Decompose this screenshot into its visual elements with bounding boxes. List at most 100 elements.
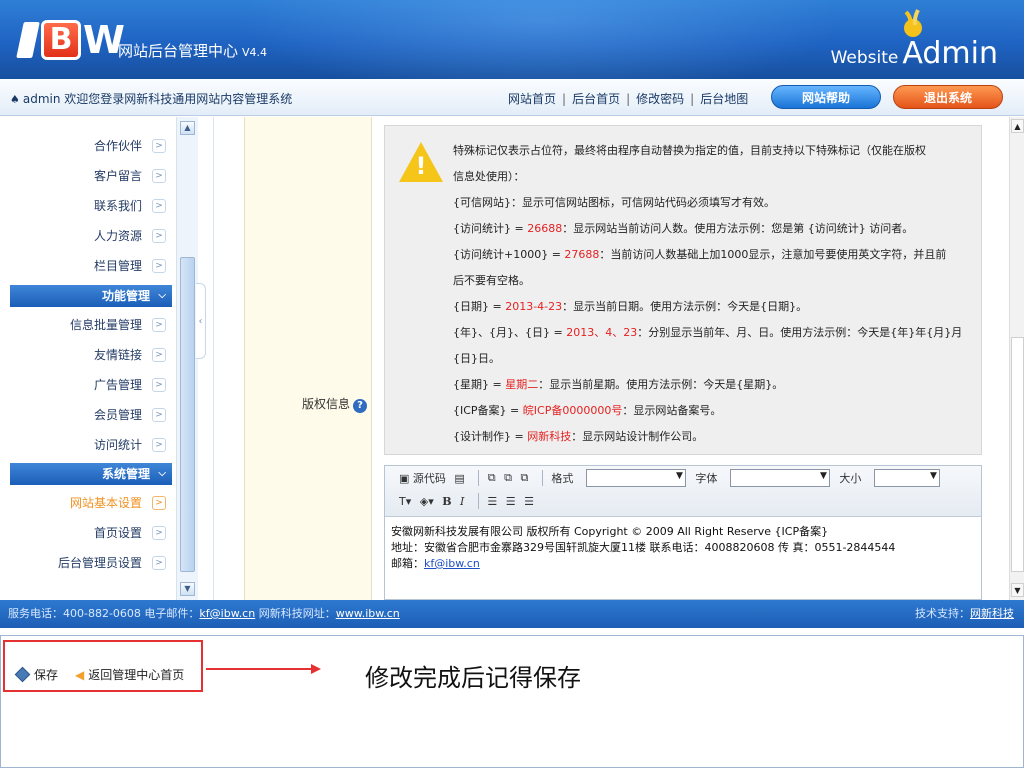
sidebar-item-label: 合作伙伴 [93,139,142,153]
link-admin-home[interactable]: 后台首页 [572,92,620,106]
token-value: 网新科技 [527,430,572,443]
align-center-icon[interactable]: ☰ [506,495,516,508]
token-value: 皖ICP备0000000号 [522,404,623,417]
link-site-home[interactable]: 网站首页 [508,92,556,106]
sidebar-item-label: 网站基本设置 [69,496,142,510]
scroll-up-icon[interactable]: ▲ [180,121,195,135]
chevron-right-icon: > [152,438,166,452]
token-text: {ICP备案} = [453,404,523,417]
scroll-down-icon[interactable]: ▼ [1011,583,1024,597]
editor-content[interactable]: 安徽网新科技发展有限公司 版权所有 Copyright © 2009 All R… [391,524,971,572]
link-change-password[interactable]: 修改密码 [636,92,684,106]
italic-button[interactable]: I [460,495,464,508]
save-button[interactable]: 保存 [14,666,59,683]
align-left-icon[interactable]: ☰ [487,495,497,508]
sidebar-scrollbar[interactable]: ▲ ▼ [176,117,198,600]
format-select[interactable]: ▼ [585,469,686,487]
logout-button[interactable]: 退出系统 [893,85,1003,109]
scrollbar-thumb[interactable] [180,257,195,572]
paste-icon[interactable]: ⧉ [521,471,529,485]
footer-site-label: 网新科技网址： [255,607,336,620]
notice-line: {访问统计+1000} = 27688：当前访问人数基础上加1000显示，注意加… [453,242,977,268]
scroll-down-icon[interactable]: ▼ [180,582,195,596]
app-version: V4.4 [242,46,268,59]
token-value: 26688 [527,222,563,235]
sidebar-item-hr[interactable]: 人力资源 > [0,225,172,247]
help-question-icon[interactable]: ? [353,399,367,413]
field-label-column: 版权信息? [244,117,372,600]
sidebar-item-batch[interactable]: 信息批量管理 > [0,314,172,336]
action-bar: 保存 ◀ 返回管理中心首页 修改完成后记得保存 [0,635,1024,768]
editor-line: 安徽网新科技发展有限公司 版权所有 Copyright © 2009 All R… [391,525,829,538]
source-code-button[interactable]: ▣ 源代码 [399,470,446,486]
back-to-home-button[interactable]: ◀ 返回管理中心首页 [75,666,184,683]
text-color-icon[interactable]: T▾ [399,495,411,508]
size-select[interactable]: ▼ [873,469,940,487]
website-admin-brand: Website Admin [831,36,998,71]
sidebar-item-links[interactable]: 友情链接 > [0,344,172,366]
sidebar-section-system[interactable]: 系统管理 ⌵ [10,463,172,485]
email-link[interactable]: kf@ibw.cn [424,557,480,570]
top-links: 网站首页 | 后台首页 | 修改密码 | 后台地图 [508,90,748,107]
align-right-icon[interactable]: ☰ [524,495,534,508]
sidebar-item-home-settings[interactable]: 首页设置 > [0,522,172,544]
editor-line: 地址：安徽省合肥市金寨路329号国轩凯旋大厦11楼 联系电话：400882060… [391,541,896,554]
token-text: {设计制作} = [453,430,528,443]
chevron-right-icon: > [152,139,166,153]
document-icon[interactable]: ▤ [454,472,464,485]
notice-line: {访问统计} = 26688：显示网站当前访问人数。使用方法示例：您是第 {访问… [453,216,977,242]
sidebar-item-columns[interactable]: 栏目管理 > [0,255,172,277]
chevron-right-icon: > [152,199,166,213]
notice-line: 后不要有空格。 [453,274,530,287]
font-select[interactable]: ▼ [729,469,830,487]
sidebar-item-stats[interactable]: 访问统计 > [0,434,172,456]
cut-icon[interactable]: ⧉ [488,471,496,485]
help-button[interactable]: 网站帮助 [771,85,881,109]
ibw-logo[interactable]: B W [16,18,125,62]
scroll-up-icon[interactable]: ▲ [1011,119,1024,133]
sidebar-item-messages[interactable]: 客户留言 > [0,165,172,187]
copy-icon[interactable]: ⧉ [504,471,512,485]
token-text: {星期} = [453,378,506,391]
app-title-text: 网站后台管理中心 [118,42,239,60]
chevron-right-icon: > [152,348,166,362]
main-scrollbar[interactable]: ▲ ▼ [1009,117,1024,600]
editor-line: 邮箱：kf@ibw.cn [391,556,971,572]
sidebar-item-label: 客户留言 [93,169,142,183]
save-label: 保存 [34,668,59,682]
bold-button[interactable]: B [442,495,451,508]
field-label-text: 版权信息 [301,397,350,411]
chevron-right-icon: > [152,259,166,273]
notice-text: 特殊标记仅表示占位符，最终将由程序自动替换为指定的值，目前支持以下特殊标记（仅能… [453,138,977,450]
brand-website: Website [830,48,899,68]
welcome-message: ♠ admin 欢迎您登录网新科技通用网站内容管理系统 [10,90,292,107]
chevron-down-icon: ▼ [675,471,683,481]
collapse-sidebar-handle[interactable]: ‹ [196,283,206,359]
token-desc: ：显示网站当前访问人数。使用方法示例：您是第 {访问统计} 访问者。 [562,222,914,235]
background-color-icon[interactable]: ◈▾ [420,495,434,508]
link-admin-map[interactable]: 后台地图 [700,92,748,106]
sidebar-item-ads[interactable]: 广告管理 > [0,374,172,396]
sidebar-item-partners[interactable]: 合作伙伴 > [0,135,172,157]
token-value: 2013-4-23 [505,300,563,313]
sidebar-item-contact[interactable]: 联系我们 > [0,195,172,217]
link-separator: | [690,92,695,106]
footer-site-link[interactable]: www.ibw.cn [336,607,400,620]
editor-toolbar: ▣ 源代码 ▤ ⧉ ⧉ ⧉ 格式 ▼ 字体 ▼ 大小 ▼ T▾ ◈▾ B I ☰… [385,466,981,517]
warning-exclamation: ! [415,152,427,180]
sidebar-item-label: 首页设置 [93,526,142,540]
token-desc: ：显示网站设计制作公司。 [571,430,704,443]
sidebar-item-members[interactable]: 会员管理 > [0,404,172,426]
footer-support-link[interactable]: 网新科技 [970,607,1014,620]
toolbar-row-2: T▾ ◈▾ B I ☰ ☰ ☰ [399,493,539,515]
back-arrow-icon: ◀ [75,668,85,682]
sidebar-section-functions[interactable]: 功能管理 ⌵ [10,285,172,307]
sidebar-item-admin-settings[interactable]: 后台管理员设置 > [0,552,172,574]
footer-support-label: 技术支持： [915,607,970,620]
footer-email-link[interactable]: kf@ibw.cn [199,607,255,620]
scrollbar-thumb[interactable] [1011,337,1024,572]
sidebar-section-label: 系统管理 [101,467,150,481]
sidebar-item-basic-settings[interactable]: 网站基本设置 > [0,492,172,514]
token-desc: ：显示网站备案号。 [622,404,722,417]
chevron-down-icon: ⌵ [158,290,166,301]
